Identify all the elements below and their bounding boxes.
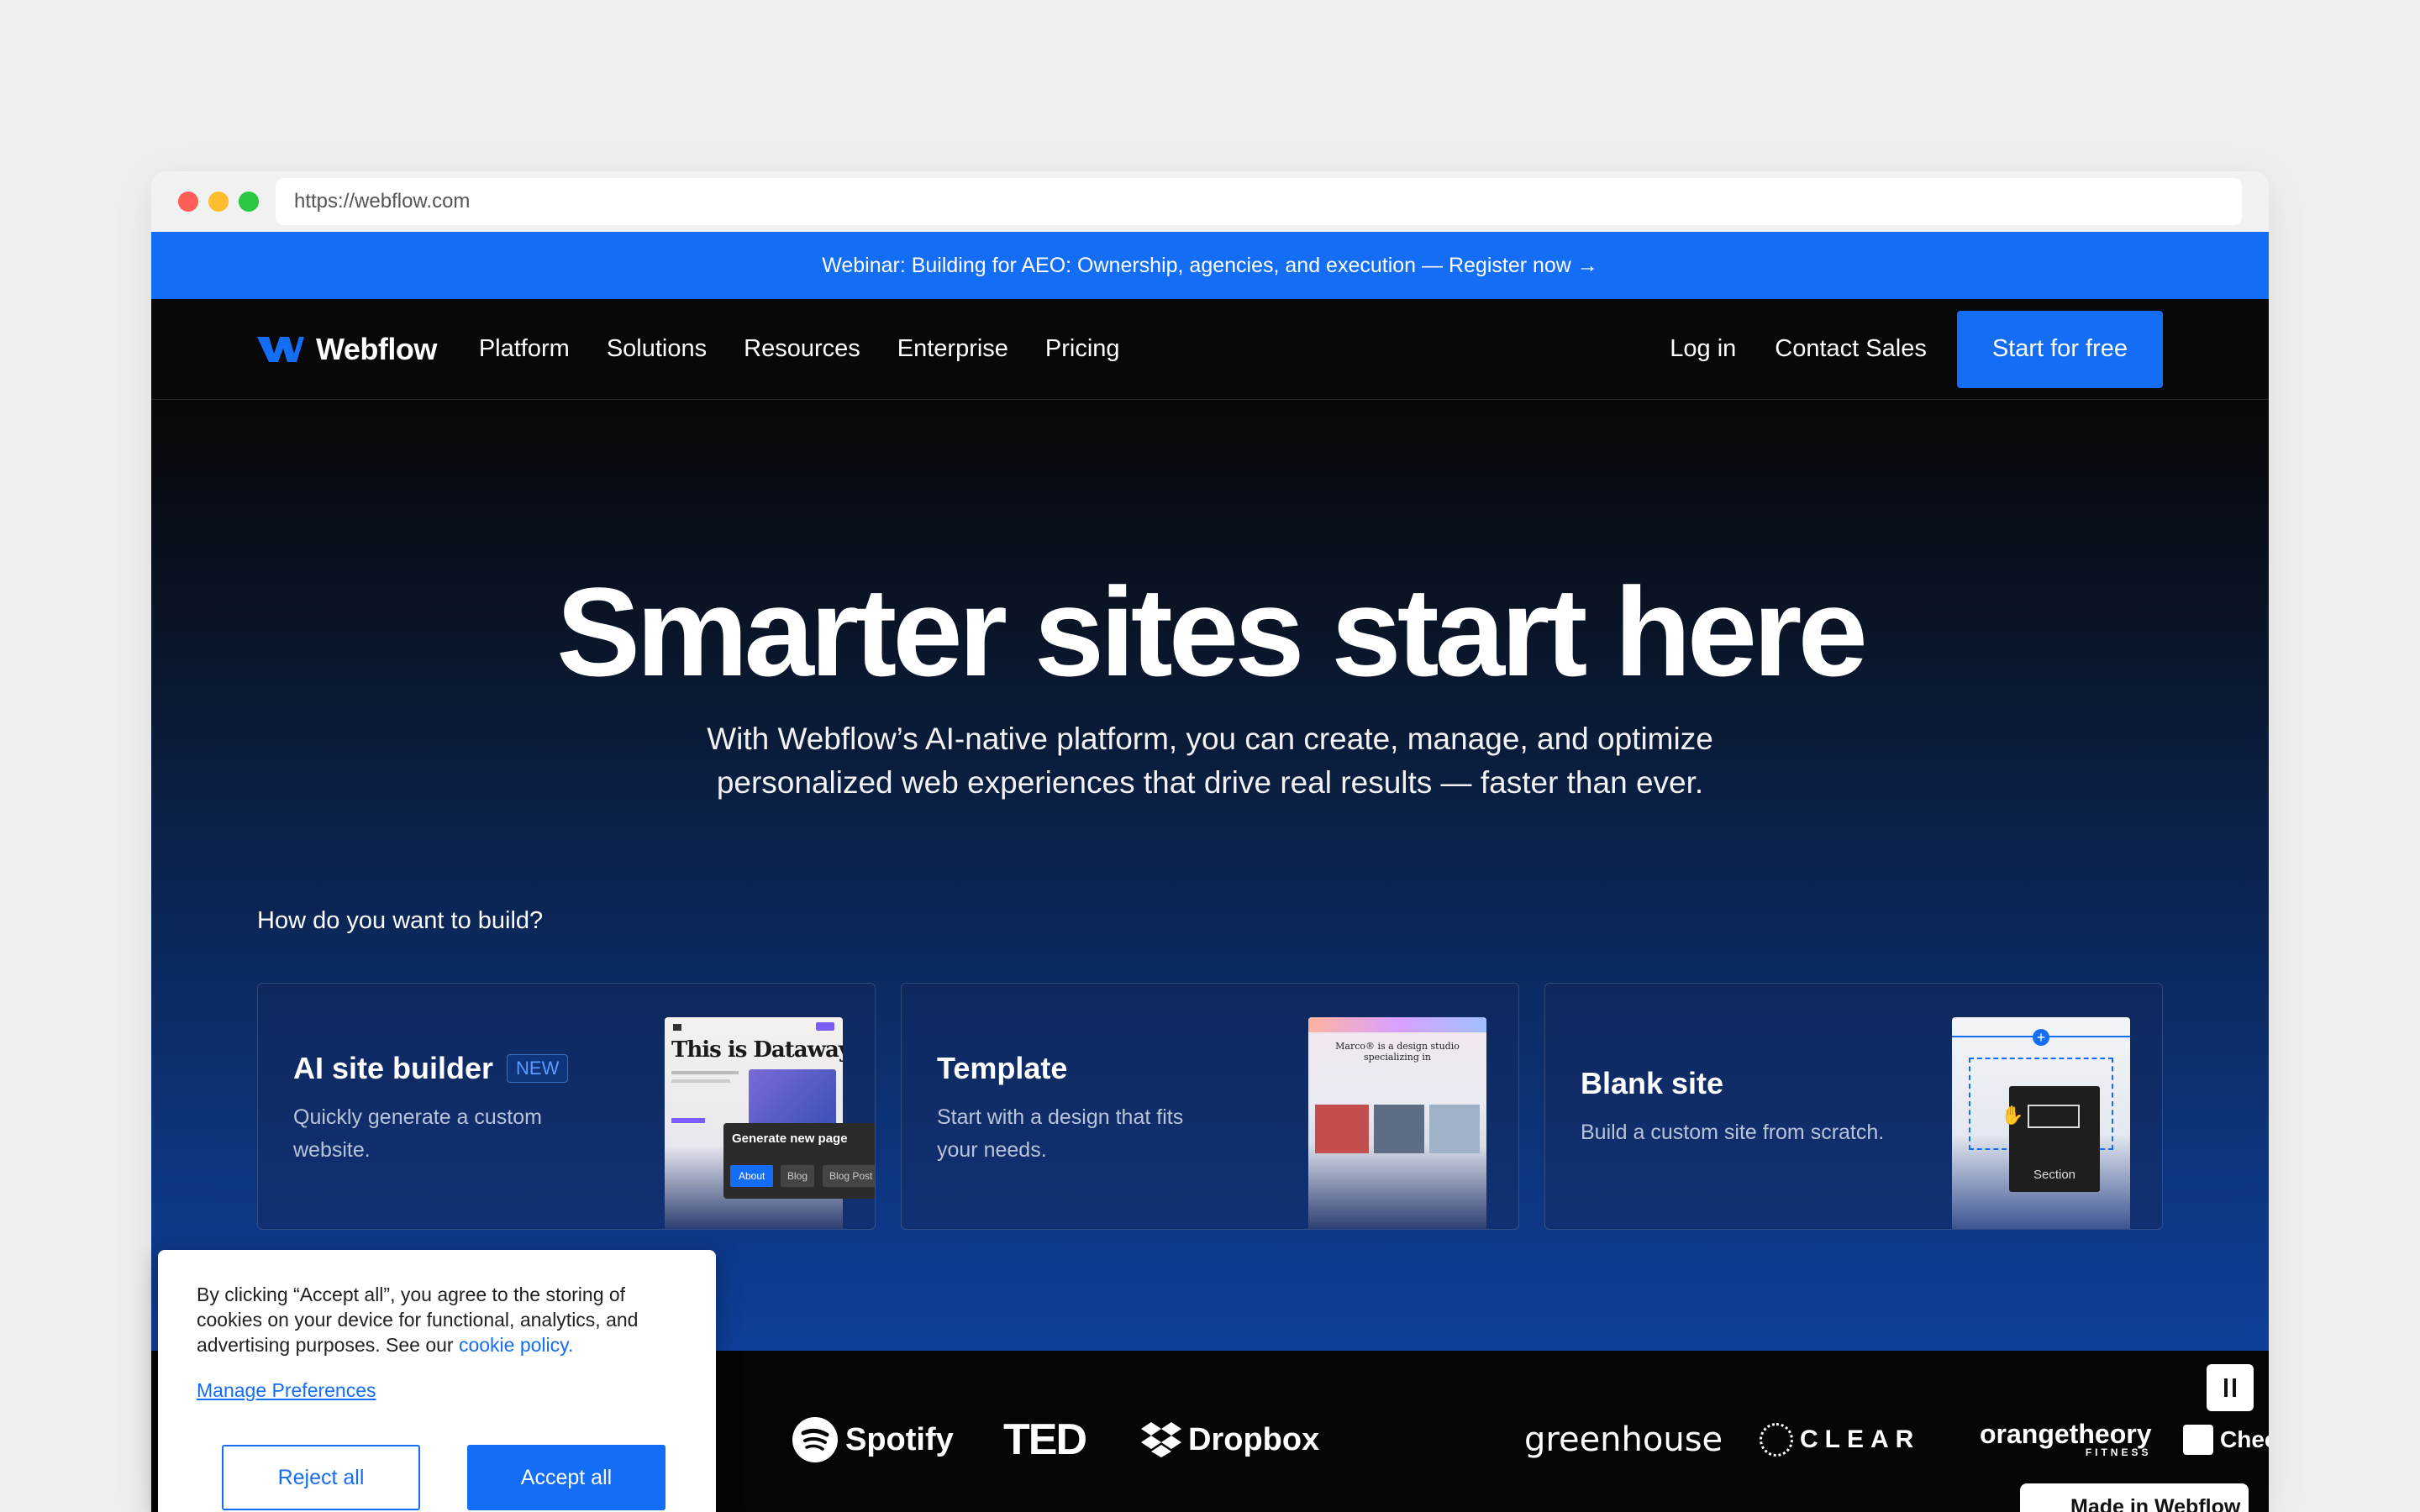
new-badge: NEW — [507, 1054, 569, 1083]
nav-solutions[interactable]: Solutions — [607, 335, 707, 363]
card-title: Blank site — [1581, 1066, 1723, 1101]
main-menu: Platform Solutions Resources Enterprise … — [479, 335, 1120, 363]
webflow-logo-icon — [257, 336, 304, 362]
brand-name: Webflow — [316, 331, 437, 366]
nav-pricing[interactable]: Pricing — [1045, 335, 1120, 363]
dropbox-logo: Dropbox — [1141, 1415, 1319, 1465]
checkout-wordmark: Checkout.com — [2220, 1426, 2269, 1452]
clear-wordmark: CLEAR — [1800, 1425, 1921, 1453]
hero-subtitle: With Webflow’s AI-native platform, you c… — [707, 722, 1713, 800]
pause-carousel-button[interactable] — [2207, 1364, 2254, 1411]
chip-blog: Blog — [781, 1165, 815, 1187]
close-window-button[interactable] — [178, 192, 198, 212]
generate-page-popup: Generate new page About Blog Blog Post — [723, 1123, 875, 1199]
webflow-logo[interactable]: Webflow — [257, 332, 437, 367]
checkout-icon — [2183, 1425, 2213, 1455]
browser-toolbar: https://webflow.com — [151, 171, 2269, 232]
checkout-logo: Checkout.com — [2183, 1415, 2269, 1465]
preview-headline: This is Dataway — [671, 1037, 843, 1063]
card-description: Build a custom site from scratch. — [1581, 1121, 1885, 1144]
hero-section: Smarter sites start here With Webflow’s … — [151, 400, 2269, 1351]
minimize-window-button[interactable] — [208, 192, 229, 212]
preview-image — [1429, 1105, 1480, 1153]
popup-title: Generate new page — [732, 1131, 848, 1146]
card-title-text: Template — [937, 1051, 1068, 1085]
preview-gradient — [1308, 1017, 1486, 1032]
spotify-icon — [792, 1417, 838, 1462]
login-link[interactable]: Log in — [1670, 335, 1736, 363]
cookie-message: By clicking “Accept all”, you agree to t… — [197, 1282, 692, 1357]
card-description: Start with a design that fits your needs… — [937, 1105, 1184, 1162]
ai-site-builder-card[interactable]: AI site builder NEW Quickly generate a c… — [257, 983, 876, 1230]
nav-resources[interactable]: Resources — [744, 335, 860, 363]
preview-logo-icon — [673, 1024, 681, 1031]
card-title: Template — [937, 1051, 1067, 1086]
accept-all-button[interactable]: Accept all — [467, 1445, 666, 1510]
blank-site-preview: + Section ✋ — [1952, 1017, 2130, 1229]
dropbox-wordmark: Dropbox — [1188, 1421, 1320, 1457]
clear-icon — [1760, 1423, 1793, 1457]
orangetheory-logo: orangetheory FITNESS — [1980, 1415, 2151, 1465]
webinar-banner[interactable]: Webinar: Building for AEO: Ownership, ag… — [151, 232, 2269, 299]
build-question: How do you want to build? — [257, 907, 544, 934]
section-block: Section — [2009, 1086, 2100, 1192]
manage-preferences-link[interactable]: Manage Preferences — [197, 1379, 376, 1402]
preview-image — [749, 1069, 836, 1128]
section-frame — [2028, 1105, 2080, 1128]
nav-platform[interactable]: Platform — [479, 335, 570, 363]
window-controls — [178, 192, 259, 212]
spotify-logo: Spotify — [792, 1415, 954, 1465]
ted-wordmark: TED — [1003, 1415, 1087, 1464]
address-bar[interactable]: https://webflow.com — [276, 178, 2242, 225]
clear-logo: CLEAR — [1760, 1415, 1920, 1465]
top-nav: Webflow Platform Solutions Resources Ent… — [151, 299, 2269, 400]
preview-image — [1374, 1105, 1424, 1153]
blank-site-card[interactable]: Blank site Build a custom site from scra… — [1544, 983, 2163, 1230]
banner-text: Webinar: Building for AEO: Ownership, ag… — [822, 253, 1598, 277]
pause-icon — [2224, 1378, 2228, 1397]
preview-button — [816, 1022, 834, 1031]
preview-line — [671, 1071, 739, 1074]
orangetheory-wordmark: orangetheory — [1980, 1419, 2152, 1449]
hero-title: Smarter sites start here — [556, 561, 1868, 702]
preview-line — [671, 1079, 730, 1083]
card-description: Quickly generate a custom website. — [293, 1105, 542, 1162]
start-for-free-button[interactable]: Start for free — [1956, 310, 2163, 388]
greenhouse-logo: greenhouse — [1524, 1415, 1723, 1465]
nav-enterprise[interactable]: Enterprise — [897, 335, 1008, 363]
ted-logo: TED — [1003, 1415, 1087, 1465]
card-title-text: Blank site — [1581, 1066, 1724, 1100]
card-title-text: AI site builder — [293, 1051, 494, 1085]
section-label: Section — [2033, 1168, 2076, 1182]
template-preview: Marco® is a design studio specializing i… — [1308, 1017, 1486, 1229]
greenhouse-wordmark: greenhouse — [1524, 1420, 1723, 1459]
chip-about: About — [730, 1165, 774, 1187]
cookie-consent-dialog: By clicking “Accept all”, you agree to t… — [158, 1250, 716, 1512]
preview-line — [671, 1118, 705, 1123]
hand-cursor-icon: ✋ — [2001, 1105, 2024, 1126]
made-in-webflow-badge[interactable]: Made in Webflow — [2020, 1483, 2249, 1512]
preview-headline: Marco® is a design studio specializing i… — [1335, 1041, 1460, 1063]
pause-icon — [2233, 1378, 2236, 1397]
maximize-window-button[interactable] — [239, 192, 259, 212]
url-text: https://webflow.com — [294, 190, 471, 213]
chip-blog-post: Blog Post — [823, 1165, 875, 1187]
fitness-wordmark: FITNESS — [2085, 1446, 2152, 1458]
spotify-wordmark: Spotify — [845, 1421, 954, 1457]
cookie-policy-link[interactable]: cookie policy. — [459, 1334, 573, 1356]
nav-actions: Log in Contact Sales Start for free — [1670, 310, 2163, 388]
card-title: AI site builder NEW — [293, 1051, 569, 1086]
reject-all-button[interactable]: Reject all — [222, 1445, 420, 1510]
template-card[interactable]: Template Start with a design that fits y… — [901, 983, 1519, 1230]
add-section-icon: + — [2033, 1029, 2049, 1046]
dropbox-icon — [1141, 1422, 1181, 1457]
build-options: AI site builder NEW Quickly generate a c… — [257, 983, 2163, 1230]
preview-image — [1315, 1105, 1369, 1153]
contact-sales-link[interactable]: Contact Sales — [1775, 335, 1927, 363]
